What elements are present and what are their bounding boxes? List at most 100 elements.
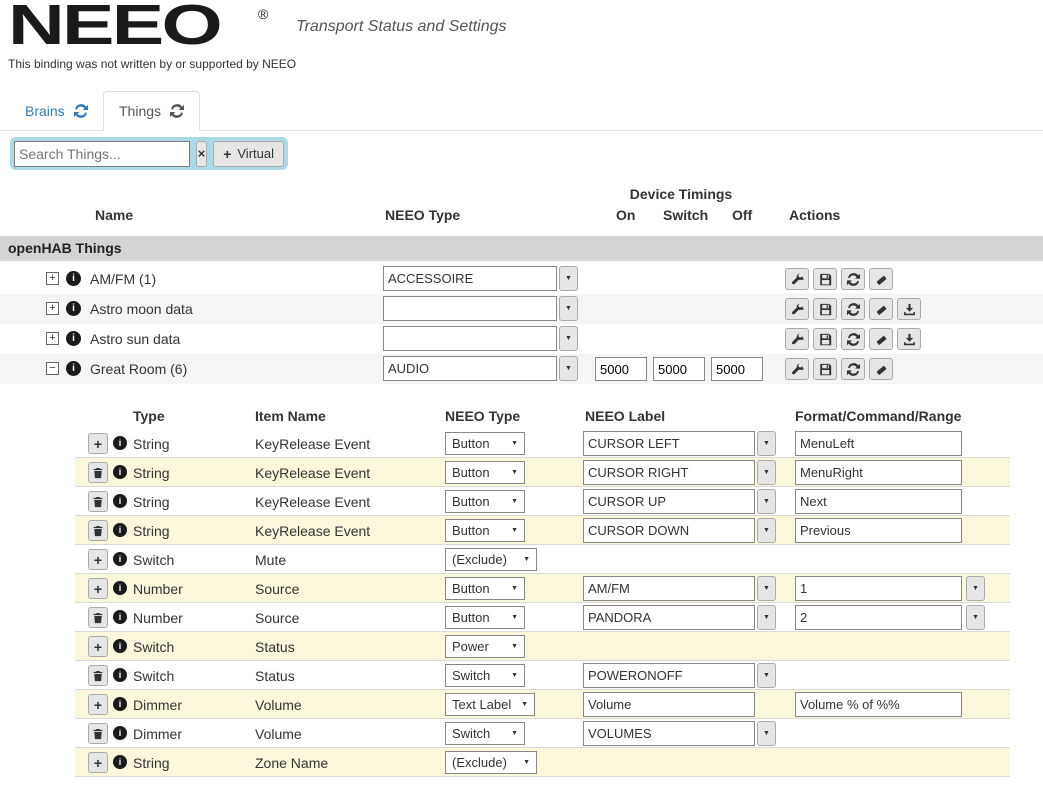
- delete-button[interactable]: [869, 328, 893, 350]
- info-icon[interactable]: i: [113, 610, 127, 624]
- delete-button[interactable]: [869, 358, 893, 380]
- neeo-label-input[interactable]: [583, 721, 755, 746]
- neeo-label-input[interactable]: [583, 576, 755, 601]
- save-button[interactable]: [813, 298, 837, 320]
- add-channel-button[interactable]: +: [88, 636, 108, 657]
- channel-neeo-type-select[interactable]: (Exclude) ▼: [445, 751, 537, 774]
- channel-neeo-type-select[interactable]: Button ▼: [445, 519, 525, 542]
- channel-neeo-type-select[interactable]: Switch ▼: [445, 664, 525, 687]
- tab-things[interactable]: Things: [103, 91, 201, 131]
- info-icon[interactable]: i: [113, 726, 127, 740]
- format-input[interactable]: [795, 489, 962, 514]
- info-icon[interactable]: i: [113, 552, 127, 566]
- neeo-label-input[interactable]: [583, 431, 755, 456]
- neeo-label-dropdown-button[interactable]: ▼: [757, 489, 776, 514]
- neeo-label-dropdown-button[interactable]: ▼: [757, 431, 776, 456]
- info-icon[interactable]: i: [113, 697, 127, 711]
- info-icon[interactable]: i: [113, 465, 127, 479]
- restore-button[interactable]: [785, 358, 809, 380]
- refresh-button[interactable]: [841, 328, 865, 350]
- channel-neeo-type-select[interactable]: (Exclude) ▼: [445, 548, 537, 571]
- export-button[interactable]: [897, 298, 921, 320]
- timing-off-input[interactable]: [711, 357, 763, 381]
- tab-brains[interactable]: Brains: [10, 91, 103, 131]
- neeo-type-dropdown-button[interactable]: ▼: [559, 326, 578, 351]
- neeo-label-dropdown-button[interactable]: ▼: [757, 460, 776, 485]
- delete-channel-button[interactable]: [88, 723, 108, 744]
- add-channel-button[interactable]: +: [88, 433, 108, 454]
- add-channel-button[interactable]: +: [88, 694, 108, 715]
- refresh-button[interactable]: [841, 358, 865, 380]
- neeo-label-input[interactable]: [583, 518, 755, 543]
- refresh-icon[interactable]: [73, 104, 88, 118]
- info-icon[interactable]: i: [66, 301, 81, 316]
- clear-search-button[interactable]: ×: [196, 140, 208, 167]
- neeo-label-dropdown-button[interactable]: ▼: [757, 576, 776, 601]
- neeo-type-input[interactable]: [383, 326, 557, 351]
- delete-channel-button[interactable]: [88, 665, 108, 686]
- timing-switch-input[interactable]: [653, 357, 705, 381]
- neeo-type-input[interactable]: [383, 356, 557, 381]
- channel-neeo-type-select[interactable]: Power ▼: [445, 635, 525, 658]
- delete-channel-button[interactable]: [88, 520, 108, 541]
- neeo-type-input[interactable]: [383, 266, 557, 291]
- neeo-type-input[interactable]: [383, 296, 557, 321]
- delete-button[interactable]: [869, 268, 893, 290]
- channel-neeo-type-select[interactable]: Button ▼: [445, 606, 525, 629]
- format-dropdown-button[interactable]: ▼: [966, 576, 985, 601]
- neeo-label-input[interactable]: [583, 605, 755, 630]
- refresh-button[interactable]: [841, 268, 865, 290]
- channel-neeo-type-select[interactable]: Switch ▼: [445, 722, 525, 745]
- add-channel-button[interactable]: +: [88, 752, 108, 773]
- delete-button[interactable]: [869, 298, 893, 320]
- info-icon[interactable]: i: [113, 494, 127, 508]
- timing-on-input[interactable]: [595, 357, 647, 381]
- channel-neeo-type-select[interactable]: Button ▼: [445, 432, 525, 455]
- neeo-label-dropdown-button[interactable]: ▼: [757, 721, 776, 746]
- expand-icon[interactable]: +: [46, 302, 59, 315]
- info-icon[interactable]: i: [66, 271, 81, 286]
- add-channel-button[interactable]: +: [88, 549, 108, 570]
- channel-neeo-type-select[interactable]: Button ▼: [445, 577, 525, 600]
- format-input[interactable]: [795, 518, 962, 543]
- channel-neeo-type-select[interactable]: Text Label ▼: [445, 693, 535, 716]
- format-input[interactable]: [795, 692, 962, 717]
- channel-neeo-type-select[interactable]: Button ▼: [445, 461, 525, 484]
- neeo-label-dropdown-button[interactable]: ▼: [757, 605, 776, 630]
- neeo-label-input[interactable]: [583, 489, 755, 514]
- save-button[interactable]: [813, 358, 837, 380]
- add-virtual-button[interactable]: + Virtual: [213, 140, 284, 167]
- info-icon[interactable]: i: [113, 668, 127, 682]
- delete-channel-button[interactable]: [88, 491, 108, 512]
- neeo-label-dropdown-button[interactable]: ▼: [757, 518, 776, 543]
- export-button[interactable]: [897, 328, 921, 350]
- info-icon[interactable]: i: [113, 755, 127, 769]
- restore-button[interactable]: [785, 268, 809, 290]
- neeo-type-dropdown-button[interactable]: ▼: [559, 356, 578, 381]
- neeo-label-input[interactable]: [583, 460, 755, 485]
- collapse-icon[interactable]: −: [46, 362, 59, 375]
- info-icon[interactable]: i: [113, 639, 127, 653]
- neeo-label-input[interactable]: [583, 663, 755, 688]
- neeo-type-dropdown-button[interactable]: ▼: [559, 266, 578, 291]
- info-icon[interactable]: i: [66, 361, 81, 376]
- channel-neeo-type-select[interactable]: Button ▼: [445, 490, 525, 513]
- info-icon[interactable]: i: [66, 331, 81, 346]
- refresh-icon[interactable]: [170, 104, 185, 118]
- restore-button[interactable]: [785, 328, 809, 350]
- delete-channel-button[interactable]: [88, 462, 108, 483]
- format-input[interactable]: [795, 460, 962, 485]
- info-icon[interactable]: i: [113, 581, 127, 595]
- format-input[interactable]: [795, 576, 962, 601]
- search-input[interactable]: [14, 140, 190, 167]
- refresh-button[interactable]: [841, 298, 865, 320]
- format-dropdown-button[interactable]: ▼: [966, 605, 985, 630]
- expand-icon[interactable]: +: [46, 332, 59, 345]
- add-channel-button[interactable]: +: [88, 578, 108, 599]
- neeo-type-dropdown-button[interactable]: ▼: [559, 296, 578, 321]
- save-button[interactable]: [813, 328, 837, 350]
- delete-channel-button[interactable]: [88, 607, 108, 628]
- format-input[interactable]: [795, 431, 962, 456]
- save-button[interactable]: [813, 268, 837, 290]
- format-input[interactable]: [795, 605, 962, 630]
